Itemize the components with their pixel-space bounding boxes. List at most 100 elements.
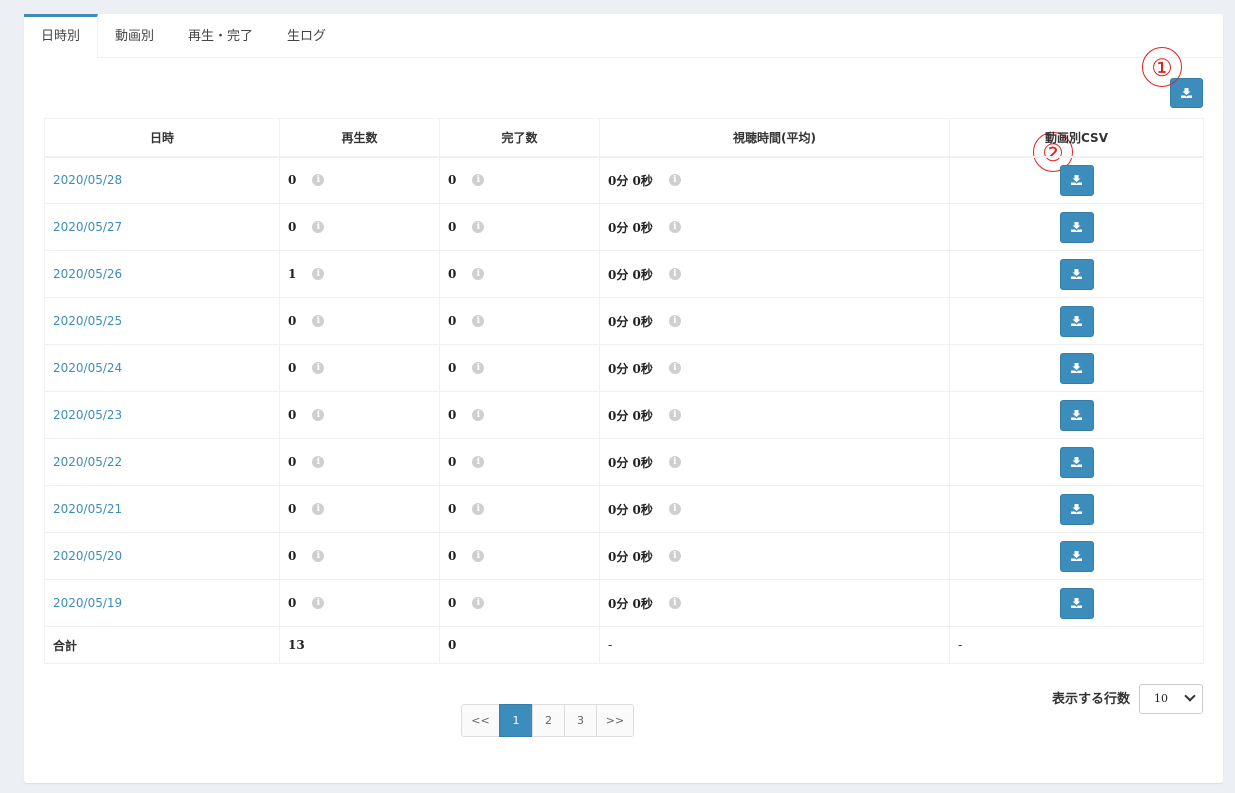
column-header-plays: 再生数 xyxy=(279,118,440,158)
average-watch-time: 0分 0秒 xyxy=(608,502,653,517)
download-icon xyxy=(1071,598,1082,608)
play-count: 0 xyxy=(288,549,297,563)
date-link[interactable]: 2020/05/23 xyxy=(53,408,122,422)
date-link[interactable]: 2020/05/20 xyxy=(53,549,122,563)
average-watch-time: 0分 0秒 xyxy=(608,220,653,235)
info-icon[interactable]: i xyxy=(668,174,681,187)
info-icon[interactable]: i xyxy=(472,455,485,468)
info-icon[interactable]: i xyxy=(472,220,485,233)
download-icon xyxy=(1071,175,1082,186)
daily-stats-table: 日時 再生数 完了数 視聴時間(平均) 動画別CSV 2020/05/28 0 i 0… xyxy=(44,118,1204,664)
info-icon[interactable]: i xyxy=(312,267,325,280)
info-icon[interactable]: i xyxy=(668,456,681,468)
total-watch-time: - xyxy=(599,626,950,664)
tab-by-video[interactable]: 動画別 xyxy=(98,14,171,58)
download-video-csv-button[interactable] xyxy=(1059,164,1094,196)
chevron-down-icon xyxy=(1184,690,1196,702)
table-row: 2020/05/21 0 i 0 i 0分 0秒 i xyxy=(44,485,1204,533)
completion-count: 0 xyxy=(448,408,457,422)
info-icon[interactable]: i xyxy=(312,314,325,327)
tab-bar: 日時別 動画別 再生・完了 生ログ xyxy=(24,14,1223,59)
pagination-first[interactable]: << xyxy=(461,704,500,737)
info-icon[interactable]: i xyxy=(472,549,485,562)
total-completions: 0 xyxy=(448,638,457,652)
report-panel: 日時別 動画別 再生・完了 生ログ ① ② 日時 再生数 完了数 視聴時間(平均… xyxy=(24,14,1223,783)
play-count: 0 xyxy=(288,173,297,188)
tab-by-date[interactable]: 日時別 xyxy=(24,14,99,59)
date-link[interactable]: 2020/05/27 xyxy=(53,220,122,234)
info-icon[interactable]: i xyxy=(312,502,325,515)
info-icon[interactable]: i xyxy=(668,550,681,562)
pagination-page-1[interactable]: 1 xyxy=(499,704,533,737)
download-video-csv-button[interactable] xyxy=(1059,211,1094,243)
date-link[interactable]: 2020/05/25 xyxy=(53,314,122,328)
info-icon[interactable]: i xyxy=(312,408,325,421)
average-watch-time: 0分 0秒 xyxy=(608,173,653,188)
rows-per-page-select[interactable]: 10 xyxy=(1139,684,1203,714)
info-icon[interactable]: i xyxy=(312,596,325,609)
tab-raw-log[interactable]: 生ログ xyxy=(270,14,343,58)
download-video-csv-button[interactable] xyxy=(1059,399,1094,431)
table-row: 2020/05/19 0 i 0 i 0分 0秒 i xyxy=(44,579,1204,627)
download-video-csv-button[interactable] xyxy=(1059,446,1094,478)
info-icon[interactable]: i xyxy=(312,220,325,233)
download-video-csv-button[interactable] xyxy=(1059,540,1094,572)
info-icon[interactable]: i xyxy=(668,503,681,515)
info-icon[interactable]: i xyxy=(312,455,325,468)
column-header-completions: 完了数 xyxy=(439,118,600,158)
download-video-csv-button[interactable] xyxy=(1059,305,1094,337)
date-link[interactable]: 2020/05/21 xyxy=(53,502,122,516)
completion-count: 0 xyxy=(448,549,457,563)
average-watch-time: 0分 0秒 xyxy=(608,596,653,611)
info-icon[interactable]: i xyxy=(472,502,485,515)
table-row: 2020/05/23 0 i 0 i 0分 0秒 i xyxy=(44,391,1204,439)
download-video-csv-button[interactable] xyxy=(1059,587,1094,619)
download-video-csv-button[interactable] xyxy=(1059,258,1094,290)
play-count: 1 xyxy=(288,267,297,281)
download-video-csv-button[interactable] xyxy=(1059,352,1094,384)
average-watch-time: 0分 0秒 xyxy=(608,314,653,329)
info-icon[interactable]: i xyxy=(312,549,325,562)
date-link[interactable]: 2020/05/26 xyxy=(53,267,122,281)
info-icon[interactable]: i xyxy=(472,267,485,280)
info-icon[interactable]: i xyxy=(472,361,485,374)
table-row: 2020/05/22 0 i 0 i 0分 0秒 i xyxy=(44,438,1204,486)
info-icon[interactable]: i xyxy=(668,597,681,609)
date-link[interactable]: 2020/05/24 xyxy=(53,361,122,375)
table-row: 2020/05/20 0 i 0 i 0分 0秒 i xyxy=(44,532,1204,580)
info-icon[interactable]: i xyxy=(668,268,681,280)
download-icon xyxy=(1071,316,1082,326)
info-icon[interactable]: i xyxy=(472,596,485,609)
pagination: << 1 2 3 >> xyxy=(461,704,634,737)
table-row: 2020/05/26 1 i 0 i 0分 0秒 i xyxy=(44,250,1204,298)
download-icon xyxy=(1071,269,1082,279)
info-icon[interactable]: i xyxy=(668,362,681,374)
download-icon xyxy=(1071,222,1082,232)
info-icon[interactable]: i xyxy=(472,173,485,186)
download-all-csv-button[interactable] xyxy=(1170,78,1203,108)
total-csv: - xyxy=(949,626,1204,664)
pagination-last[interactable]: >> xyxy=(596,704,634,737)
download-icon xyxy=(1071,363,1082,373)
rows-per-page-value: 10 xyxy=(1154,692,1168,705)
info-icon[interactable]: i xyxy=(668,221,681,233)
info-icon[interactable]: i xyxy=(472,408,485,421)
date-link[interactable]: 2020/05/28 xyxy=(53,173,122,187)
completion-count: 0 xyxy=(448,502,457,516)
download-icon xyxy=(1181,88,1192,98)
play-count: 0 xyxy=(288,455,297,469)
table-header-row: 日時 再生数 完了数 視聴時間(平均) 動画別CSV xyxy=(44,118,1204,158)
info-icon[interactable]: i xyxy=(668,315,681,327)
info-icon[interactable]: i xyxy=(472,314,485,327)
date-link[interactable]: 2020/05/19 xyxy=(53,596,122,610)
download-video-csv-button[interactable] xyxy=(1059,493,1094,525)
info-icon[interactable]: i xyxy=(312,361,325,374)
pagination-page-2[interactable]: 2 xyxy=(532,704,565,737)
info-icon[interactable]: i xyxy=(668,409,681,421)
download-icon xyxy=(1071,551,1082,561)
tab-play-complete[interactable]: 再生・完了 xyxy=(171,14,270,58)
total-plays: 13 xyxy=(288,638,305,652)
info-icon[interactable]: i xyxy=(312,173,325,186)
date-link[interactable]: 2020/05/22 xyxy=(53,455,122,469)
pagination-page-3[interactable]: 3 xyxy=(564,704,597,737)
